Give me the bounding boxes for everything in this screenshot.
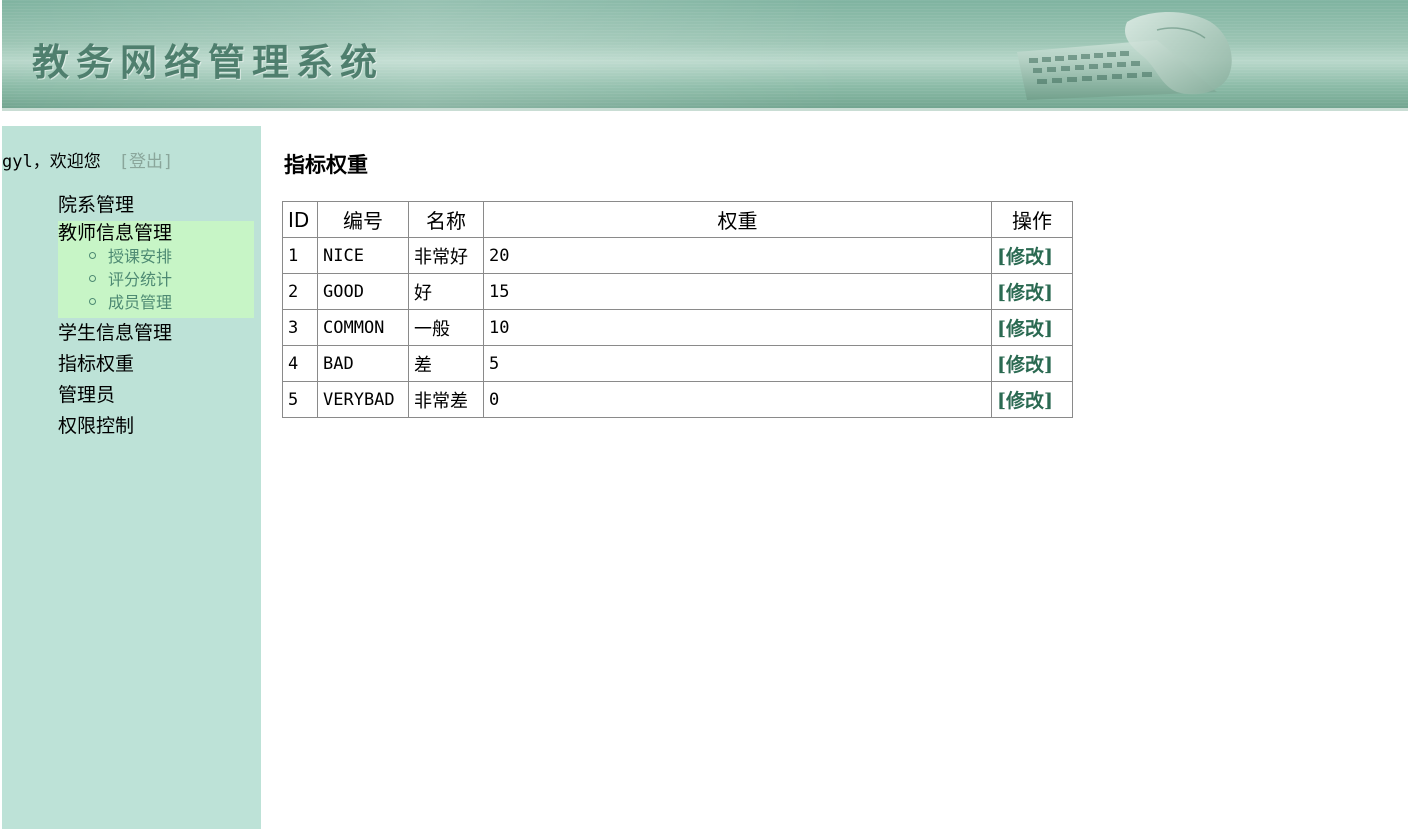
sidebar-item-administrators[interactable]: 管理员	[58, 380, 254, 411]
cell-name: 非常好	[408, 237, 484, 274]
cell-id: 1	[282, 237, 318, 274]
cell-action: [修改]	[991, 237, 1073, 274]
page-title: 指标权重	[284, 152, 368, 177]
table-header-row: ID 编号 名称 权重 操作	[282, 201, 1073, 238]
table-row: 1 NICE 非常好 20 [修改]	[282, 237, 1073, 274]
sidebar-item-student-info-management[interactable]: 学生信息管理	[58, 318, 254, 349]
table-row: 4 BAD 差 5 [修改]	[282, 345, 1073, 382]
submenu-item-label: 评分统计	[108, 270, 173, 289]
edit-link[interactable]: [修改]	[997, 390, 1053, 412]
cell-name: 非常差	[408, 381, 484, 418]
cell-action: [修改]	[991, 273, 1073, 310]
cell-code: NICE	[317, 237, 409, 274]
sidebar-item-label: 管理员	[58, 384, 116, 406]
table-row: 3 COMMON 一般 10 [修改]	[282, 309, 1073, 346]
cell-code: VERYBAD	[317, 381, 409, 418]
submenu-item-label: 成员管理	[108, 293, 173, 312]
column-header-id: ID	[282, 201, 318, 238]
sidebar-item-label: 指标权重	[58, 353, 135, 375]
sidebar: gyl，欢迎您 [登出] 院系管理 教师信息管理 授课安排 评分统计 成员管理	[2, 126, 261, 829]
edit-link[interactable]: [修改]	[997, 246, 1053, 268]
cell-name: 差	[408, 345, 484, 382]
cell-code: BAD	[317, 345, 409, 382]
cell-id: 4	[282, 345, 318, 382]
sidebar-item-department-management[interactable]: 院系管理	[58, 190, 254, 221]
edit-link[interactable]: [修改]	[997, 282, 1053, 304]
cell-name: 一般	[408, 309, 484, 346]
cell-action: [修改]	[991, 381, 1073, 418]
sidebar-item-label: 学生信息管理	[58, 322, 173, 344]
submenu-item-label: 授课安排	[108, 247, 173, 266]
sidebar-item-label: 院系管理	[58, 194, 135, 216]
edit-link[interactable]: [修改]	[997, 318, 1053, 340]
header-banner: 教务网络管理系统	[2, 0, 1408, 111]
cell-weight: 15	[483, 273, 992, 310]
logout-link[interactable]: [登出]	[119, 152, 173, 172]
sidebar-item-permission-control[interactable]: 权限控制	[58, 411, 254, 442]
cell-id: 5	[282, 381, 318, 418]
sidebar-item-label: 教师信息管理	[58, 222, 173, 244]
cell-weight: 0	[483, 381, 992, 418]
submenu-item-course-schedule[interactable]: 授课安排	[89, 245, 254, 268]
circle-bullet-icon	[89, 275, 96, 282]
circle-bullet-icon	[89, 252, 96, 259]
cell-code: GOOD	[317, 273, 409, 310]
submenu-item-member-management[interactable]: 成员管理	[89, 291, 254, 314]
user-greeting: gyl，欢迎您 [登出]	[2, 147, 173, 172]
cell-action: [修改]	[991, 309, 1073, 346]
sidebar-nav: 院系管理 教师信息管理 授课安排 评分统计 成员管理 学生信息管理 指标权重 管…	[58, 190, 254, 442]
cell-action: [修改]	[991, 345, 1073, 382]
user-welcome-text: gyl，欢迎您	[2, 152, 101, 172]
table-row: 5 VERYBAD 非常差 0 [修改]	[282, 381, 1073, 418]
cell-weight: 20	[483, 237, 992, 274]
column-header-weight: 权重	[483, 201, 992, 238]
edit-link[interactable]: [修改]	[997, 354, 1053, 376]
keyboard-hand-illustration	[1017, 11, 1232, 100]
table-row: 2 GOOD 好 15 [修改]	[282, 273, 1073, 310]
cell-id: 3	[282, 309, 318, 346]
sidebar-item-teacher-info-management[interactable]: 教师信息管理 授课安排 评分统计 成员管理	[58, 221, 254, 318]
column-header-action: 操作	[991, 201, 1073, 238]
column-header-code: 编号	[317, 201, 409, 238]
weights-table: ID 编号 名称 权重 操作 1 NICE 非常好 20 [修改] 2 GOOD…	[282, 201, 1073, 418]
column-header-name: 名称	[408, 201, 484, 238]
sidebar-item-indicator-weights[interactable]: 指标权重	[58, 349, 254, 380]
cell-code: COMMON	[317, 309, 409, 346]
sidebar-item-label: 权限控制	[58, 415, 135, 437]
cell-name: 好	[408, 273, 484, 310]
submenu-teacher-info: 授课安排 评分统计 成员管理	[58, 245, 254, 314]
circle-bullet-icon	[89, 298, 96, 305]
cell-weight: 10	[483, 309, 992, 346]
submenu-item-score-statistics[interactable]: 评分统计	[89, 268, 254, 291]
site-title: 教务网络管理系统	[32, 40, 384, 84]
cell-weight: 5	[483, 345, 992, 382]
cell-id: 2	[282, 273, 318, 310]
page: 教务网络管理系统 gyl，欢迎您 [登出] 院系管理 教师信息管理 授课安排 评…	[0, 0, 1410, 834]
